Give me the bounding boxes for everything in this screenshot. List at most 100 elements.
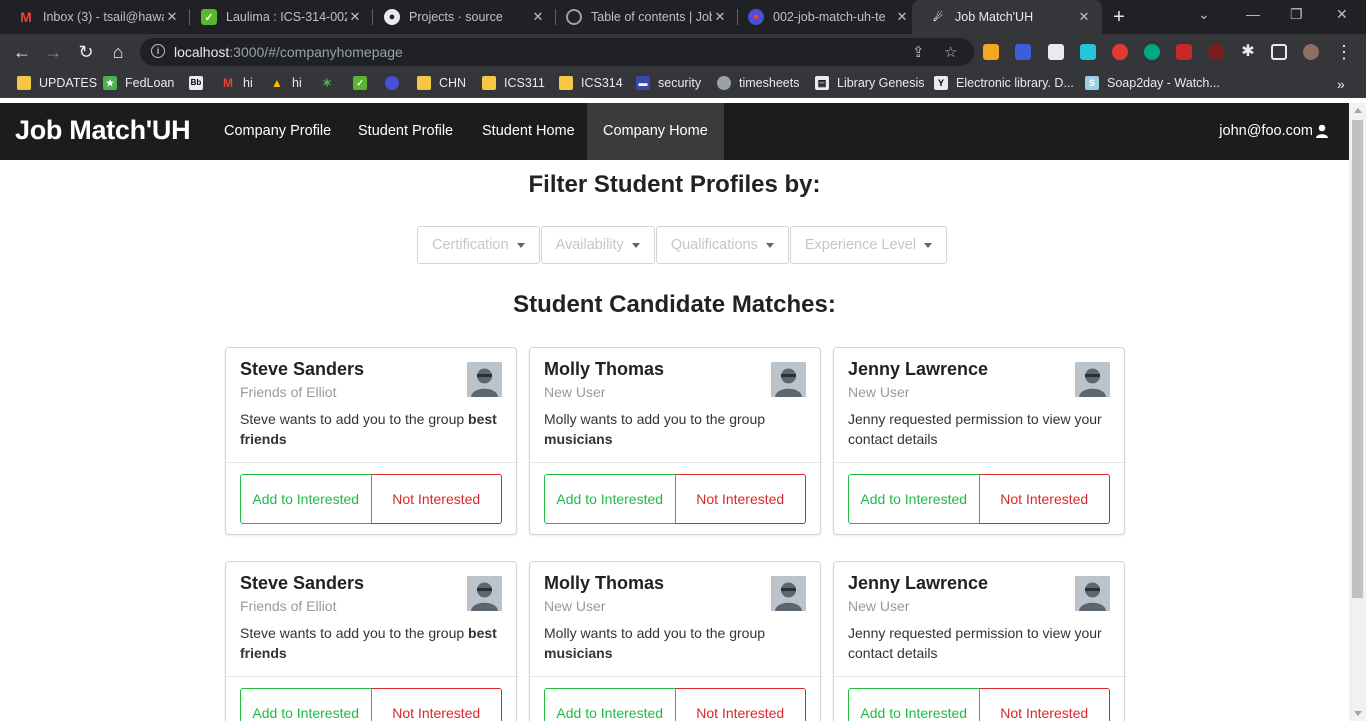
bookmark-library-genesis[interactable]: ▤ Library Genesis <box>815 76 925 90</box>
add-to-interested-button[interactable]: Add to Interested <box>240 688 372 721</box>
more-bookmarks-icon[interactable]: » <box>1337 76 1345 92</box>
bookmark-drive-hi[interactable]: ▲ hi <box>270 76 302 90</box>
browser-tab-gmail[interactable]: M Inbox (3) - tsail@hawa ✕ <box>0 0 190 34</box>
user-menu[interactable]: john@foo.com <box>1219 123 1329 139</box>
bookmark-security[interactable]: ▬ security <box>636 76 701 90</box>
reload-icon[interactable]: ↻ <box>75 41 97 63</box>
bookmark-star-icon[interactable]: ☆ <box>944 43 957 61</box>
add-to-interested-button[interactable]: Add to Interested <box>544 688 676 721</box>
browser-tab-laulima[interactable]: ✓ Laulima : ICS-314-002 ✕ <box>183 0 373 34</box>
not-interested-button[interactable]: Not Interested <box>675 474 806 524</box>
nav-company-profile[interactable]: Company Profile <box>208 103 347 160</box>
gmail-icon: M <box>20 9 32 25</box>
bookmark-ics311[interactable]: ICS311 <box>482 76 545 90</box>
add-to-interested-button[interactable]: Add to Interested <box>848 474 980 524</box>
nav-student-profile[interactable]: Student Profile <box>342 103 469 160</box>
not-interested-button[interactable]: Not Interested <box>675 688 806 721</box>
card-actions: Add to Interested Not Interested <box>544 474 806 524</box>
browser-tabstrip: M Inbox (3) - tsail@hawa ✕ ✓ Laulima : I… <box>0 0 1366 34</box>
extension-icon[interactable] <box>1176 44 1192 60</box>
browser-tab-toc[interactable]: Table of contents | Job ✕ <box>548 0 738 34</box>
not-interested-button[interactable]: Not Interested <box>371 688 502 721</box>
nav-student-home[interactable]: Student Home <box>466 103 591 160</box>
extension-icon[interactable] <box>1015 44 1031 60</box>
globe-icon <box>566 9 582 25</box>
extension-icon[interactable] <box>1208 44 1224 60</box>
not-interested-button[interactable]: Not Interested <box>371 474 502 524</box>
minimize-icon[interactable]: — <box>1246 6 1260 22</box>
bookmark-ics314[interactable]: ICS314 <box>559 76 623 90</box>
close-tab-icon[interactable]: ✕ <box>1076 9 1092 25</box>
extension-icon[interactable] <box>1080 44 1096 60</box>
page-scrollbar[interactable] <box>1349 103 1366 721</box>
availability-dropdown[interactable]: Availability <box>540 226 655 264</box>
close-window-icon[interactable]: ✕ <box>1336 6 1348 23</box>
caret-down-icon <box>516 242 525 248</box>
laulima-icon: ✓ <box>201 9 217 25</box>
not-interested-button[interactable]: Not Interested <box>979 474 1110 524</box>
scroll-up-icon[interactable] <box>1354 108 1362 113</box>
side-panel-icon[interactable] <box>1271 44 1287 60</box>
bookmark-blackboard[interactable]: Bb <box>189 76 211 90</box>
extension-icon[interactable] <box>1144 44 1160 60</box>
bookmark-fedloan[interactable]: ★ FedLoan <box>103 76 174 90</box>
bookmark-laulima[interactable]: ✓ <box>353 76 375 90</box>
extension-icon[interactable] <box>1048 44 1064 60</box>
address-bar[interactable]: i localhost:3000/#/companyhomepage ⇪ ☆ <box>140 38 974 66</box>
drive-icon: ▲ <box>271 76 283 90</box>
tab-search-icon[interactable]: ⌄ <box>1198 6 1210 23</box>
menu-icon[interactable]: ⋮ <box>1333 41 1355 63</box>
bookmark-star[interactable]: ✶ <box>320 76 342 90</box>
add-to-interested-button[interactable]: Add to Interested <box>240 474 372 524</box>
puzzle-icon[interactable]: ✱ <box>1237 41 1259 63</box>
home-icon[interactable]: ⌂ <box>107 41 129 63</box>
close-tab-icon[interactable]: ✕ <box>164 9 180 25</box>
close-tab-icon[interactable]: ✕ <box>347 9 363 25</box>
back-icon[interactable]: ← <box>11 41 33 63</box>
candidate-meta: New User <box>848 384 910 400</box>
close-tab-icon[interactable]: ✕ <box>712 9 728 25</box>
scroll-down-icon[interactable] <box>1354 711 1362 716</box>
certification-dropdown[interactable]: Certification <box>417 226 540 264</box>
app-navbar: Job Match'UH Company Profile Student Pro… <box>0 103 1349 160</box>
close-tab-icon[interactable]: ✕ <box>530 9 546 25</box>
browser-tab-app[interactable]: ● 002-job-match-uh-te ✕ <box>730 0 920 34</box>
site-info-icon[interactable]: i <box>151 44 165 58</box>
browser-tab-active[interactable]: ☄ Job Match'UH ✕ <box>912 0 1102 34</box>
bookmark-chn[interactable]: CHN <box>417 76 466 90</box>
bookmark-updates[interactable]: UPDATES <box>17 76 97 90</box>
nav-company-home[interactable]: Company Home <box>587 103 724 160</box>
candidate-description: Jenny requested permission to view your … <box>848 625 1102 661</box>
extension-icon[interactable] <box>1112 44 1128 60</box>
browser-toolbar: ← → ↻ ⌂ i localhost:3000/#/companyhomepa… <box>0 34 1366 70</box>
avatar[interactable] <box>1303 44 1319 60</box>
qualifications-dropdown[interactable]: Qualifications <box>655 226 789 264</box>
bookmark-timesheets[interactable]: timesheets <box>717 76 799 90</box>
scrollbar-thumb[interactable] <box>1352 120 1363 598</box>
card-actions: Add to Interested Not Interested <box>240 474 502 524</box>
add-to-interested-button[interactable]: Add to Interested <box>848 688 980 721</box>
browser-tab-github[interactable]: ● Projects · source ✕ <box>366 0 556 34</box>
security-icon: ▬ <box>636 76 650 90</box>
candidate-description: Molly wants to add you to the group musi… <box>544 625 766 661</box>
bookmark-soap2day[interactable]: S Soap2day - Watch... <box>1085 76 1220 90</box>
bookmark-gmail-hi[interactable]: Mhi <box>221 76 253 90</box>
brand-logo[interactable]: Job Match'UH <box>15 115 191 146</box>
candidate-card: Steve Sanders Friends of Elliot Steve want… <box>225 561 517 721</box>
extension-icon[interactable] <box>983 44 999 60</box>
not-interested-button[interactable]: Not Interested <box>979 688 1110 721</box>
close-tab-icon[interactable]: ✕ <box>894 9 910 25</box>
share-icon[interactable]: ⇪ <box>912 43 925 61</box>
bookmark-electronic-library[interactable]: Y Electronic library. D... <box>934 76 1074 90</box>
add-to-interested-button[interactable]: Add to Interested <box>544 474 676 524</box>
experience-level-dropdown[interactable]: Experience Level <box>789 226 948 264</box>
user-avatar-icon <box>1075 362 1110 397</box>
book-icon: ▤ <box>815 76 829 90</box>
restore-icon[interactable]: ❐ <box>1290 6 1303 23</box>
bookmark-app[interactable] <box>385 76 407 90</box>
meteor-icon: ☄ <box>933 11 943 24</box>
app-icon: ● <box>748 9 764 25</box>
new-tab-button[interactable]: + <box>1108 6 1130 28</box>
bookmarks-bar: UPDATES ★ FedLoan Bb Mhi ▲ hi ✶ ✓ CHN ICS3… <box>0 70 1366 98</box>
forward-icon[interactable]: → <box>42 41 64 63</box>
